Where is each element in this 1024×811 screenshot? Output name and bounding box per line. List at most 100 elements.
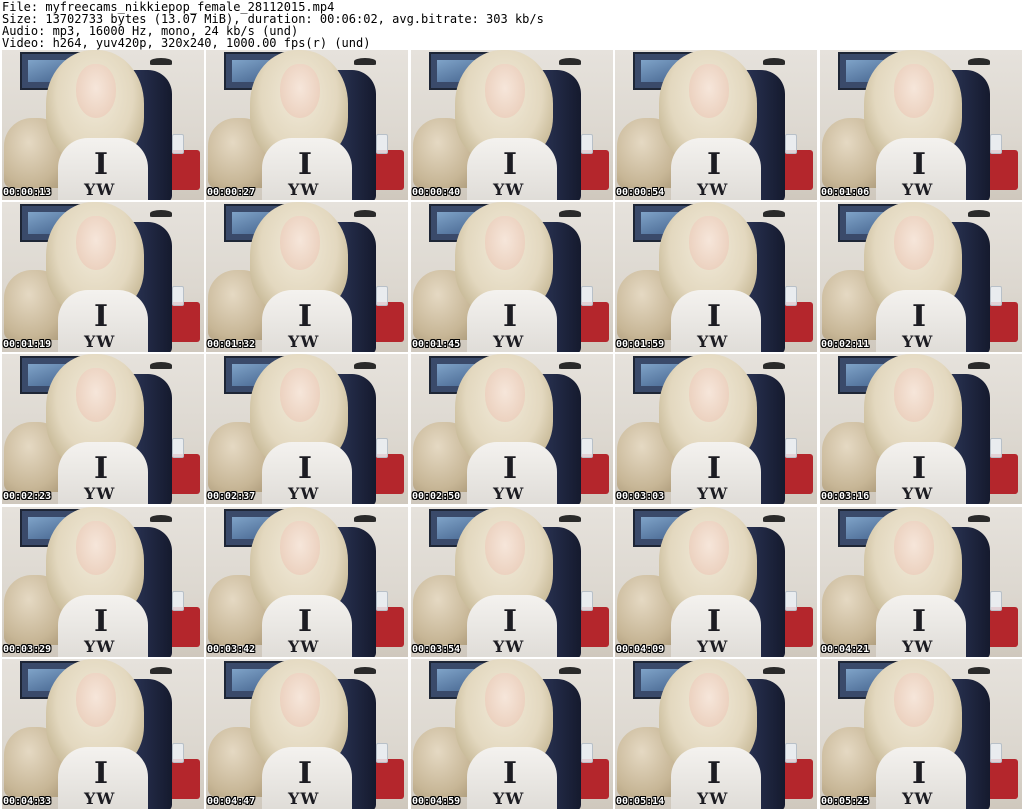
thumbnail-scene-bat (968, 515, 990, 522)
video-thumbnail: 00:00:40 (411, 50, 613, 200)
thumbnail-timestamp: 00:02:11 (821, 339, 870, 350)
thumbnail-scene-face (76, 216, 116, 270)
thumbnail-grid: 00:00:13 00:00:27 00:00:40 00:00:54 00:01:06… (2, 50, 1023, 811)
thumbnail-timestamp: 00:05:25 (821, 796, 870, 807)
thumbnail-scene-shirt (262, 290, 352, 352)
video-thumbnail: 00:05:14 (615, 659, 817, 809)
thumbnail-timestamp: 00:01:45 (412, 339, 461, 350)
thumbnail-scene-bat (559, 58, 581, 65)
thumbnail-scene-shirt (876, 595, 966, 657)
thumbnail-timestamp: 00:04:33 (3, 796, 52, 807)
video-thumbnail: 00:03:42 (206, 507, 408, 657)
video-thumbnail: 00:02:23 (2, 354, 204, 504)
thumbnail-scene-shirt (671, 138, 761, 200)
thumbnail-scene-bat (763, 210, 785, 217)
file-info-header: File: myfreecams_nikkiepop_female_281120… (0, 0, 1024, 50)
thumbnail-scene-bat (150, 362, 172, 369)
video-thumbnail: 00:02:11 (820, 202, 1022, 352)
thumbnail-scene-face (689, 673, 729, 727)
thumbnail-scene-bat (354, 667, 376, 674)
video-thumbnail: 00:04:09 (615, 507, 817, 657)
thumbnail-scene-shirt (467, 290, 557, 352)
thumbnail-scene-face (689, 521, 729, 575)
thumbnail-scene-shirt (58, 747, 148, 809)
thumbnail-scene-face (280, 673, 320, 727)
video-thumbnail: 00:04:47 (206, 659, 408, 809)
thumbnail-scene-bat (559, 515, 581, 522)
thumbnail-scene-face (485, 64, 525, 118)
video-thumbnail: 00:03:03 (615, 354, 817, 504)
video-thumbnail: 00:01:06 (820, 50, 1022, 200)
thumbnail-timestamp: 00:00:13 (3, 187, 52, 198)
thumbnail-scene-shirt (467, 595, 557, 657)
thumbnail-timestamp: 00:03:29 (3, 644, 52, 655)
video-thumbnail: 00:03:54 (411, 507, 613, 657)
video-thumbnail: 00:01:59 (615, 202, 817, 352)
thumbnail-scene-face (280, 521, 320, 575)
video-thumbnail: 00:01:32 (206, 202, 408, 352)
thumbnail-scene-shirt (262, 442, 352, 504)
thumbnail-timestamp: 00:03:16 (821, 491, 870, 502)
thumbnail-timestamp: 00:03:54 (412, 644, 461, 655)
thumbnail-timestamp: 00:02:23 (3, 491, 52, 502)
thumbnail-scene-bat (559, 210, 581, 217)
thumbnail-timestamp: 00:01:06 (821, 187, 870, 198)
thumbnail-scene-bat (354, 58, 376, 65)
thumbnail-timestamp: 00:04:21 (821, 644, 870, 655)
thumbnail-scene-bat (354, 362, 376, 369)
thumbnail-timestamp: 00:04:09 (616, 644, 665, 655)
thumbnail-scene-shirt (671, 290, 761, 352)
video-thumbnail: 00:01:19 (2, 202, 204, 352)
thumbnail-scene-face (485, 368, 525, 422)
thumbnail-timestamp: 00:04:47 (207, 796, 256, 807)
thumbnail-scene-face (894, 64, 934, 118)
thumbnail-timestamp: 00:05:14 (616, 796, 665, 807)
video-info-line: Video: h264, yuv420p, 320x240, 1000.00 f… (2, 36, 371, 50)
video-thumbnail: 00:04:21 (820, 507, 1022, 657)
thumbnail-scene-bat (968, 667, 990, 674)
video-thumbnail: 00:03:16 (820, 354, 1022, 504)
thumbnail-scene-shirt (671, 747, 761, 809)
thumbnail-scene-face (76, 64, 116, 118)
thumbnail-scene-shirt (58, 138, 148, 200)
video-thumbnail: 00:05:25 (820, 659, 1022, 809)
video-thumbnail: 00:00:54 (615, 50, 817, 200)
video-thumbnail: 00:02:50 (411, 354, 613, 504)
thumbnail-timestamp: 00:02:50 (412, 491, 461, 502)
thumbnail-scene-bat (968, 58, 990, 65)
thumbnail-scene-bat (150, 667, 172, 674)
thumbnail-scene-shirt (262, 595, 352, 657)
thumbnail-scene-shirt (58, 595, 148, 657)
thumbnail-scene-shirt (671, 595, 761, 657)
thumbnail-scene-shirt (876, 442, 966, 504)
thumbnail-scene-shirt (467, 138, 557, 200)
video-thumbnail: 00:03:29 (2, 507, 204, 657)
thumbnail-scene-bat (968, 210, 990, 217)
video-thumbnail: 00:01:45 (411, 202, 613, 352)
thumbnail-timestamp: 00:03:42 (207, 644, 256, 655)
video-thumbnail: 00:00:13 (2, 50, 204, 200)
thumbnail-timestamp: 00:01:32 (207, 339, 256, 350)
thumbnail-scene-bat (150, 515, 172, 522)
video-thumbnail: 00:02:37 (206, 354, 408, 504)
thumbnail-scene-face (689, 216, 729, 270)
video-thumbnail: 00:00:27 (206, 50, 408, 200)
thumbnail-timestamp: 00:02:37 (207, 491, 256, 502)
thumbnail-scene-shirt (876, 747, 966, 809)
thumbnail-scene-face (485, 521, 525, 575)
thumbnail-scene-face (485, 673, 525, 727)
thumbnail-scene-bat (559, 362, 581, 369)
thumbnail-scene-shirt (467, 747, 557, 809)
thumbnail-scene-shirt (262, 747, 352, 809)
thumbnail-scene-face (76, 673, 116, 727)
thumbnail-scene-bat (150, 58, 172, 65)
thumbnail-scene-bat (763, 362, 785, 369)
thumbnail-scene-shirt (58, 290, 148, 352)
thumbnail-scene-bat (763, 58, 785, 65)
thumbnail-scene-shirt (58, 442, 148, 504)
thumbnail-scene-shirt (467, 442, 557, 504)
thumbnail-scene-bat (968, 362, 990, 369)
thumbnail-scene-face (485, 216, 525, 270)
thumbnail-scene-face (280, 368, 320, 422)
thumbnail-scene-face (689, 64, 729, 118)
